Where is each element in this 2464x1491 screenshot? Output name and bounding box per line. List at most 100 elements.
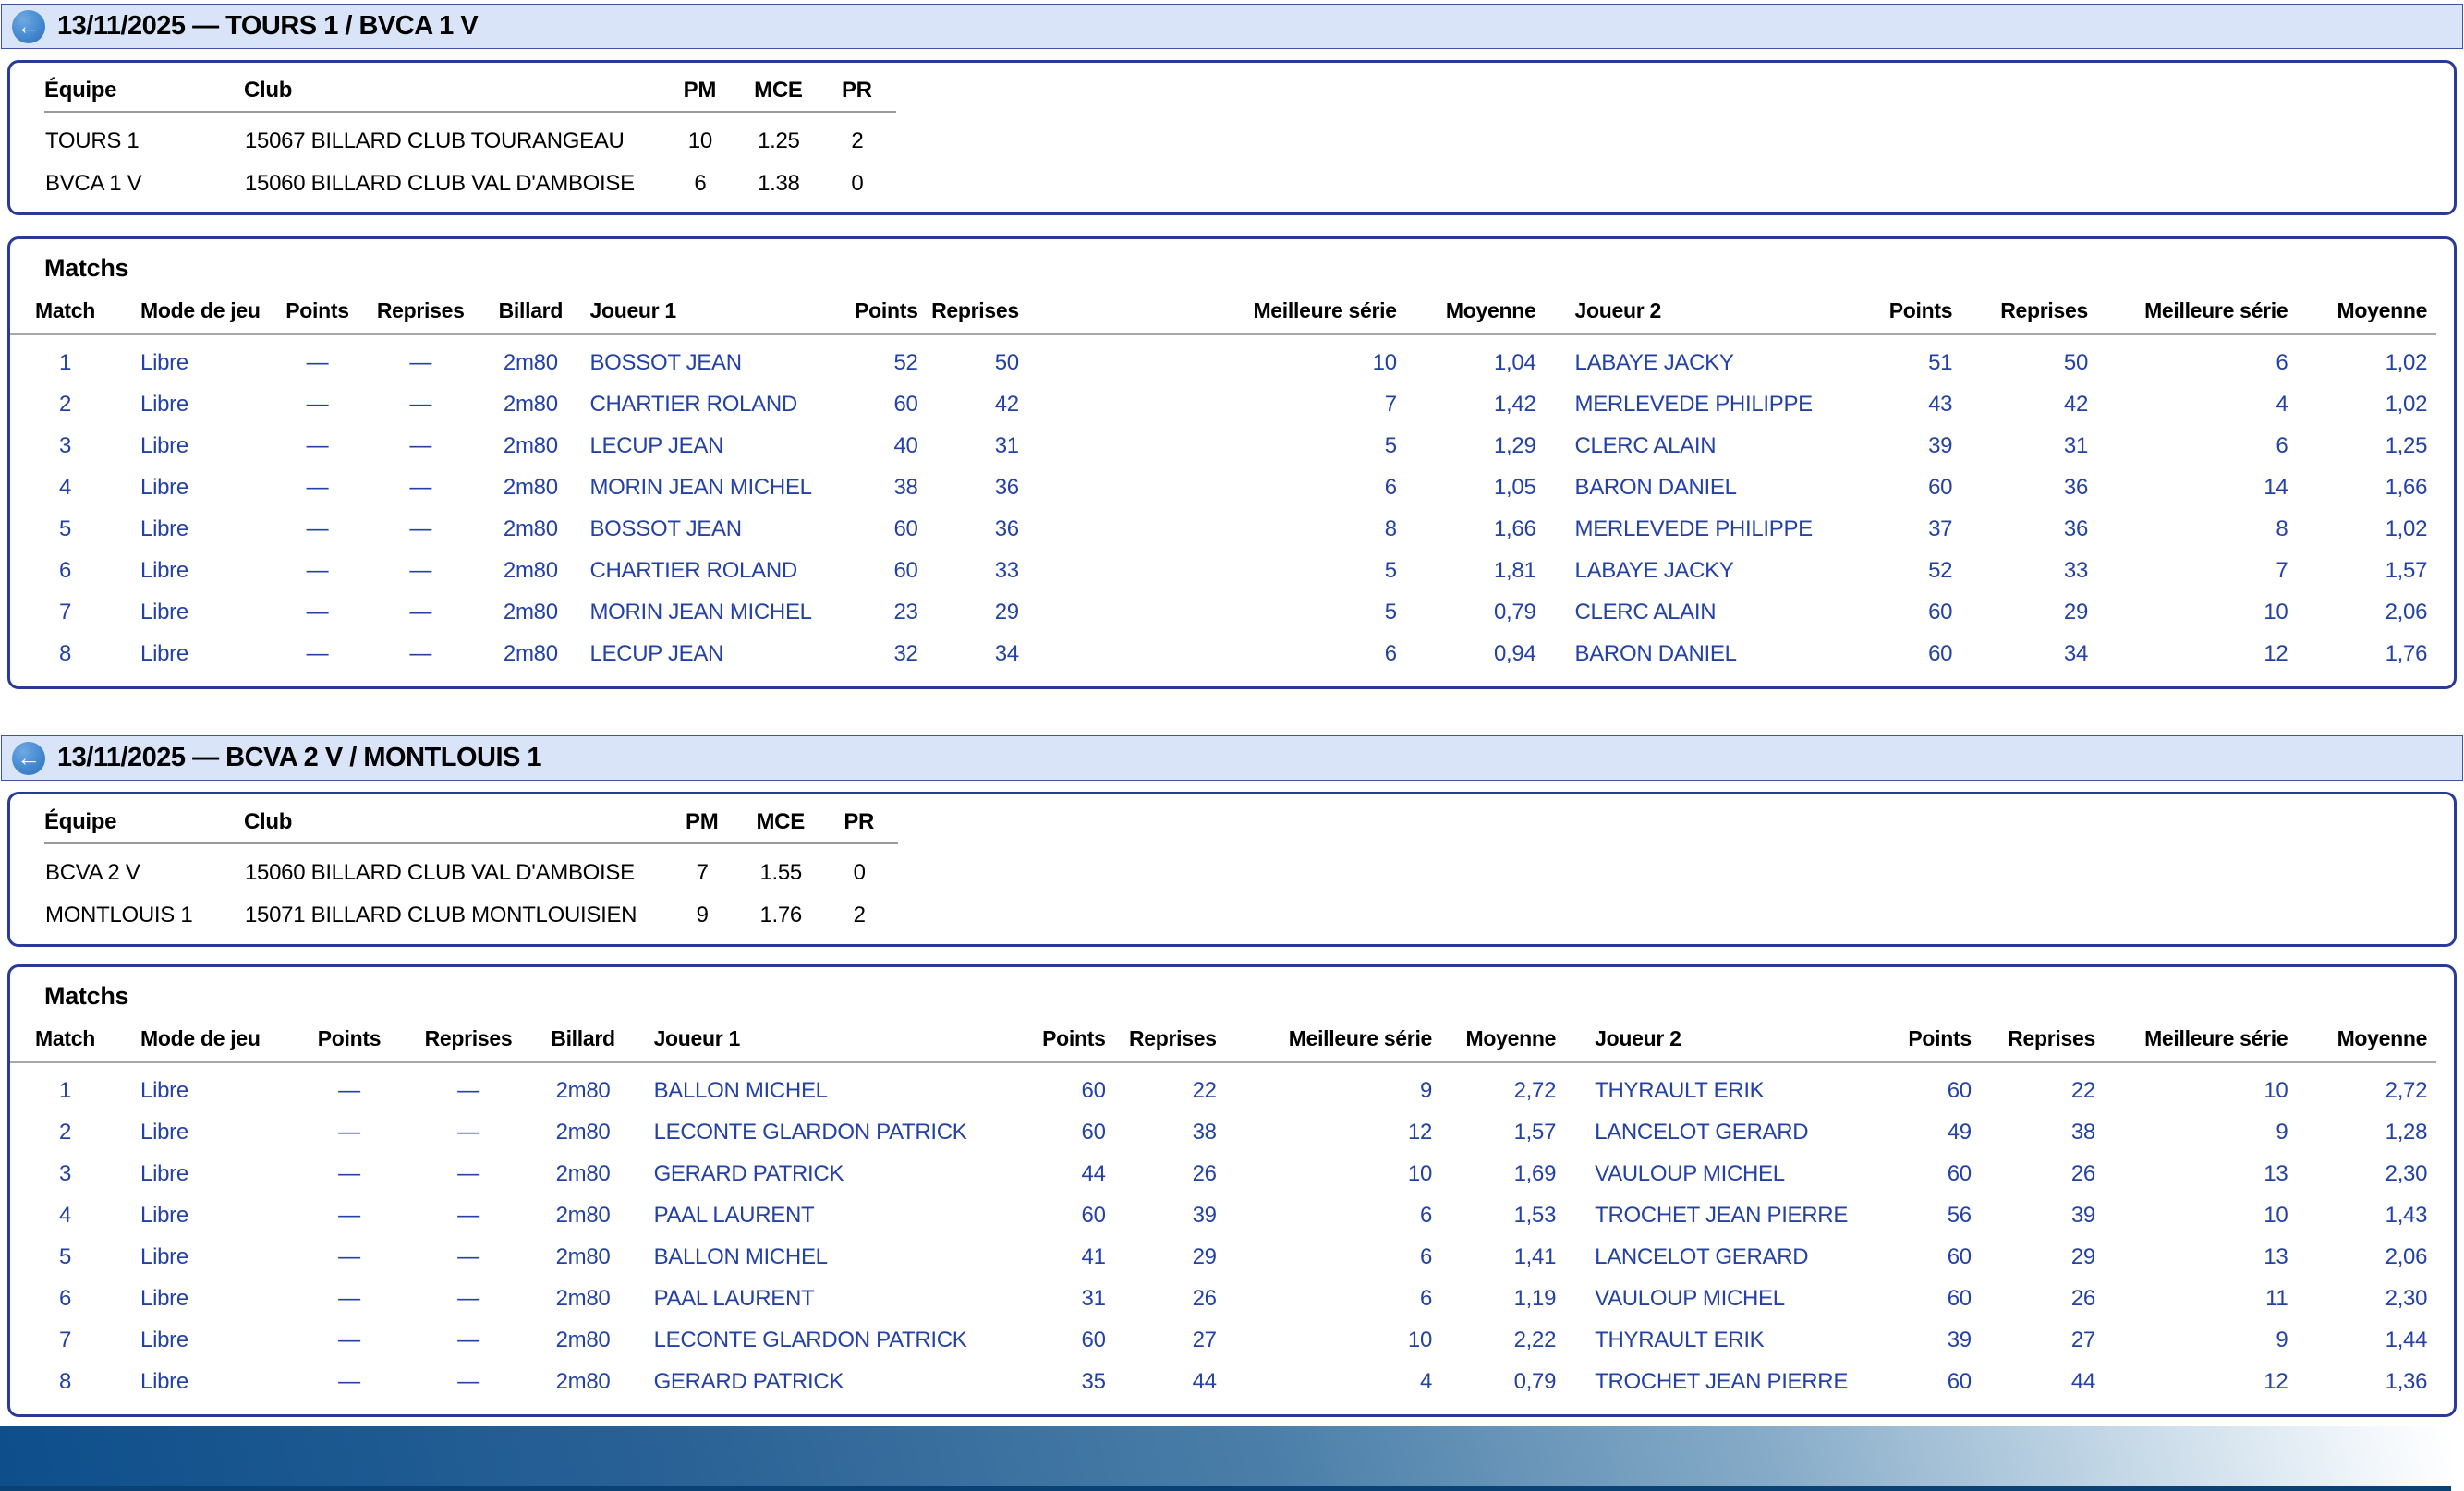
table-row: 6 Libre — — 2m80 CHARTIER ROLAND 60 33 5 1,81 LABA… [10,543,2454,585]
table-cell: 44 [1081,1161,1106,1186]
table-cell: 1,42 [1494,392,1536,417]
column-header: Reprises [358,297,483,335]
table-cell: 60 [1947,1078,1972,1103]
table-cell: 44 [2070,1369,2095,1394]
table-cell: MERLEVEDE PHILIPPE [1574,516,1814,541]
table-cell: 44 [1192,1369,1217,1394]
column-header: Reprises [413,1025,524,1063]
table-cell: 50 [994,350,1019,375]
table-cell: 4 [58,1203,72,1228]
table-cell: 34 [994,641,1019,666]
table-cell: 37 [1928,516,1953,541]
table-cell: — [306,475,329,500]
table-cell: 60 [893,516,918,541]
table-cell: 1.25 [758,128,800,153]
table-cell: 1,81 [1494,558,1536,583]
table-cell: 11 [2265,1286,2288,1311]
table-cell: 8 [58,1369,72,1394]
matchs-table: Match Mode de jeu Points Reprises Billard Jou… [10,1025,2454,1396]
table-cell: BCVA 2 V [45,860,140,885]
column-header: Points [1871,297,1962,335]
table-cell: 6 [58,1286,72,1311]
table-row: 3 Libre — — 2m80 GERARD PATRICK 44 26 10 1,69 VAUL… [10,1146,2454,1188]
table-cell: 2 [58,392,72,417]
back-icon[interactable] [12,741,45,775]
table-cell: — [457,1161,479,1186]
table-cell: 60 [1928,475,1953,500]
table-cell: 1,02 [2385,350,2428,375]
table-cell: 1.55 [759,860,802,885]
table-cell: TROCHET JEAN PIERRE [1595,1369,1849,1394]
table-cell: — [409,475,432,500]
table-cell: Libre [140,1161,188,1186]
table-cell: 0,79 [1513,1369,1557,1394]
table-cell: 0 [853,860,866,885]
table-cell: 6 [2276,433,2288,458]
section-title: 13/11/2025 — TOURS 1 / BVCA 1 V [57,11,479,41]
table-cell: 3 [58,1161,72,1186]
column-header: MCE [738,74,818,113]
match-section-1: 13/11/2025 — TOURS 1 / BVCA 1 V ÉquipeCl… [0,4,2464,689]
table-cell: 60 [1947,1369,1972,1394]
table-cell: — [306,350,329,375]
table-cell: 3 [58,433,72,458]
column-header: Points [275,297,359,335]
table-cell: 29 [1192,1244,1217,1269]
table-row: 2 Libre — — 2m80 CHARTIER ROLAND 60 42 7 1,42 MERL… [10,377,2454,418]
table-cell: VAULOUP MICHEL [1595,1286,1785,1311]
table-cell: Libre [140,350,188,375]
table-cell: — [409,558,432,583]
table-cell: Libre [140,1203,188,1228]
table-cell: — [338,1286,360,1311]
column-header: Joueur 2 [1545,297,1872,335]
table-cell: — [338,1244,360,1269]
table-cell: Libre [140,1369,188,1394]
table-cell: 5 [58,1244,72,1269]
table-cell: 42 [2063,392,2089,417]
table-cell: — [338,1203,360,1228]
header-row: Match Mode de jeu Points Reprises Billard Jou… [10,297,2454,335]
column-header: Moyenne [2297,297,2437,335]
table-cell: Libre [140,1244,188,1269]
column-header: Moyenne [1405,297,1546,335]
table-cell: 9 [2276,1120,2288,1145]
column-header: Club [244,806,663,844]
table-cell: — [338,1120,360,1145]
table-cell: Libre [140,475,188,500]
column-header: Meilleure série [1027,297,1406,335]
table-cell: 2,30 [2385,1286,2428,1311]
table-cell: 0,79 [1494,600,1536,624]
table-cell: BALLON MICHEL [653,1078,828,1103]
table-cell: 1,36 [2385,1369,2428,1394]
table-cell: BOSSOT JEAN [589,516,742,541]
table-cell: 10 [2264,1078,2288,1103]
column-header: PM [662,806,742,844]
table-cell: 38 [2070,1120,2095,1145]
table-cell: LABAYE JACKY [1574,350,1734,375]
table-cell: 39 [1192,1203,1217,1228]
table-cell: LECUP JEAN [589,433,724,458]
table-cell: 6 [1384,475,1397,500]
back-icon[interactable] [12,9,45,43]
table-cell: BALLON MICHEL [653,1244,828,1269]
results-page: 13/11/2025 — TOURS 1 / BVCA 1 V ÉquipeCl… [0,4,2464,1491]
table-cell: 23 [893,600,918,624]
table-cell: 2m80 [555,1161,611,1186]
matchs-box: Matchs Match Mode de jeu Points Reprises Bil… [7,236,2457,689]
table-cell: 1,76 [2385,641,2428,666]
table-cell: Libre [140,558,188,583]
table-cell: 9 [1419,1078,1433,1103]
column-header: Joueur 1 [642,1025,1001,1063]
table-cell: TROCHET JEAN PIERRE [1595,1203,1849,1228]
table-cell: MONTLOUIS 1 [45,903,193,927]
table-cell: 29 [2063,600,2089,624]
table-cell: 1.38 [758,171,800,196]
table-cell: 36 [2063,516,2089,541]
table-cell: 31 [994,433,1019,458]
column-header: Points [285,1025,414,1063]
table-cell: 8 [1384,516,1397,541]
table-row: 6 Libre — — 2m80 PAAL LAURENT 31 26 6 1,19 VAULOUP… [10,1271,2454,1313]
column-header: Joueur 2 [1565,1025,1881,1063]
table-cell: 2m80 [503,475,558,500]
table-cell: 38 [893,475,918,500]
